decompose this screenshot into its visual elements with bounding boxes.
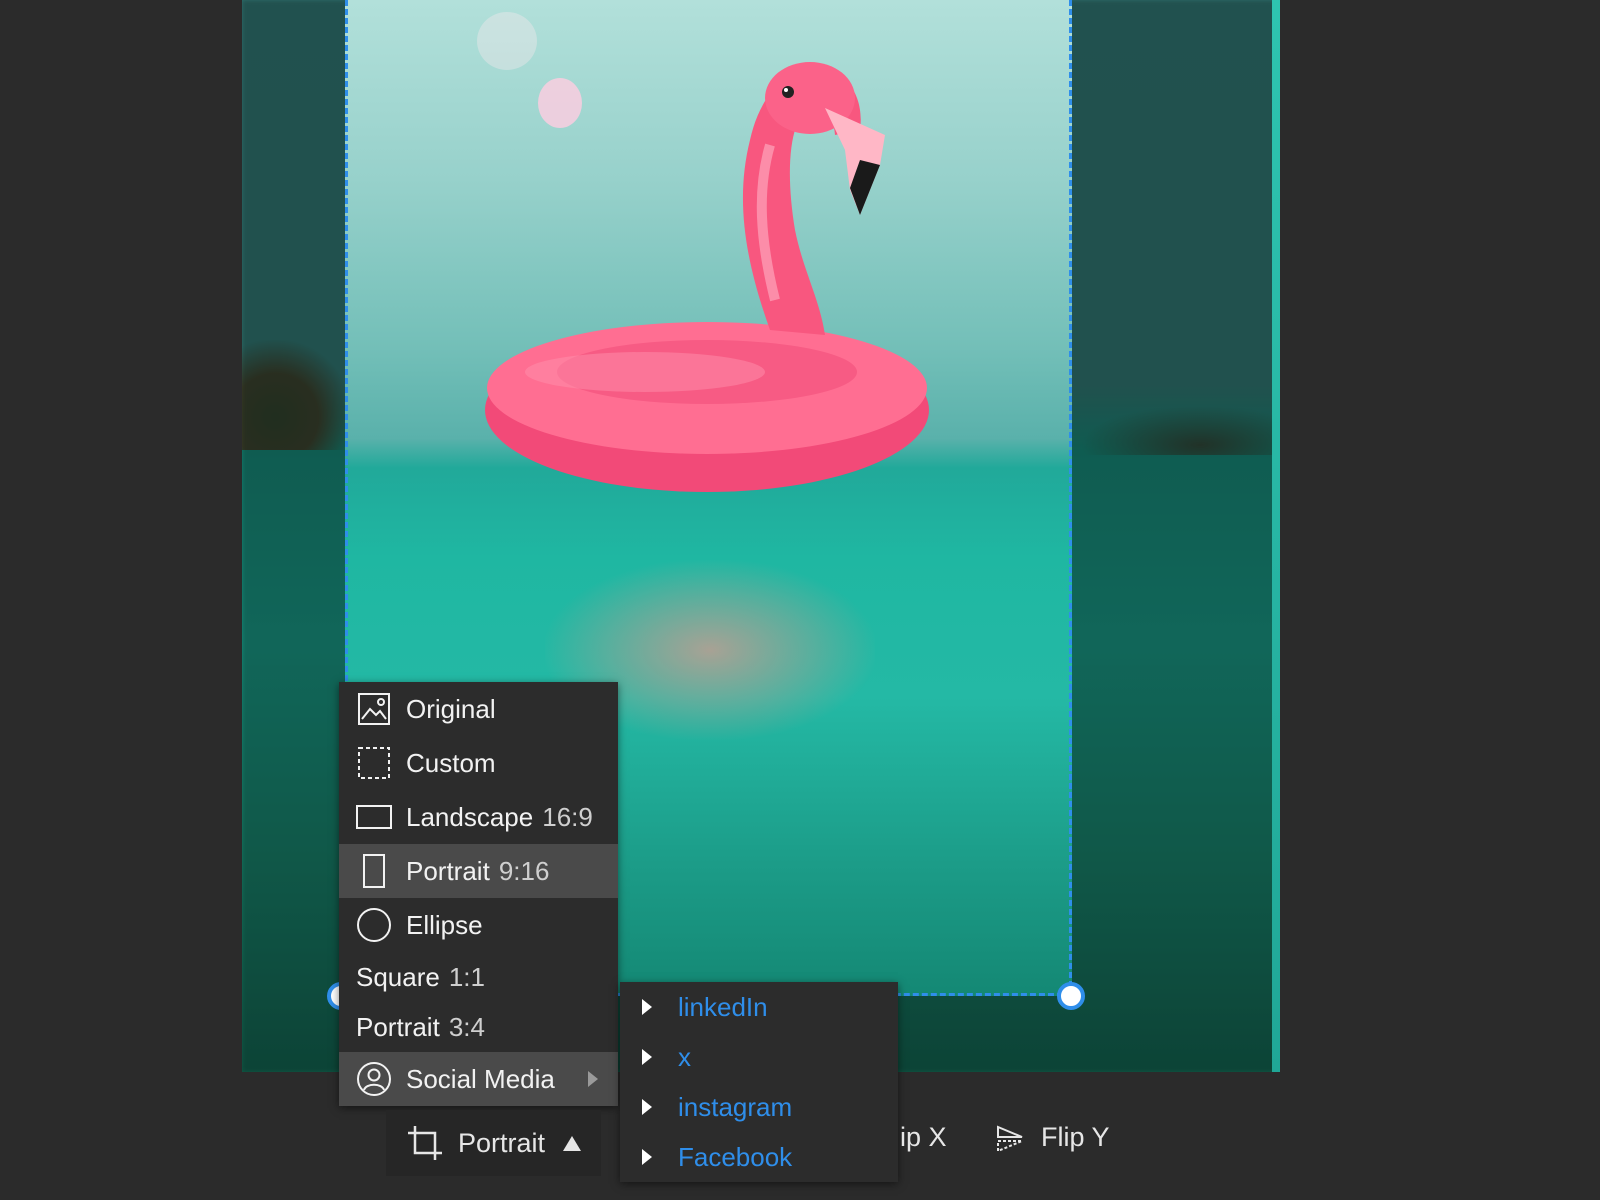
submenu-item-label: linkedIn xyxy=(678,991,768,1022)
menu-item-ratio: 9:16 xyxy=(498,855,550,886)
crop-icon xyxy=(406,1123,446,1163)
menu-item-label: Portrait xyxy=(356,1011,440,1042)
image-icon xyxy=(356,691,392,727)
submenu-item-linkedin[interactable]: linkedIn xyxy=(620,982,898,1032)
crop-preset-label: Portrait xyxy=(458,1127,546,1158)
menu-item-social-media[interactable]: Social Media xyxy=(339,1052,618,1106)
submenu-item-label: x xyxy=(678,1041,691,1072)
menu-item-label: Social Media xyxy=(406,1063,555,1094)
menu-item-ratio: 16:9 xyxy=(542,801,593,832)
circle-icon xyxy=(356,907,392,943)
flip-x-button[interactable]: ip X xyxy=(900,1122,947,1153)
crop-preset-button[interactable]: Portrait xyxy=(386,1110,602,1176)
menu-item-portrait-3-4[interactable]: Portrait 3:4 xyxy=(339,1002,618,1052)
menu-item-portrait-9-16[interactable]: Portrait 9:16 xyxy=(339,844,618,898)
flip-vertical-icon xyxy=(995,1123,1025,1153)
expand-arrow-icon xyxy=(642,1049,652,1065)
crop-preset-menu: Original Custom Landscape 16:9 Portrait … xyxy=(339,682,618,1106)
menu-item-square[interactable]: Square 1:1 xyxy=(339,952,618,1002)
bottom-toolbar: Portrait ip X Flip Y xyxy=(0,1110,1600,1180)
menu-item-ellipse[interactable]: Ellipse xyxy=(339,898,618,952)
menu-item-label: Square xyxy=(356,961,440,992)
submenu-item-x[interactable]: x xyxy=(620,1032,898,1082)
menu-item-ratio: 1:1 xyxy=(448,961,485,992)
menu-item-label: Custom xyxy=(406,747,496,778)
menu-item-label: Portrait xyxy=(406,855,490,886)
flip-x-label: ip X xyxy=(900,1122,947,1152)
menu-item-custom[interactable]: Custom xyxy=(339,736,618,790)
menu-item-landscape[interactable]: Landscape 16:9 xyxy=(339,790,618,844)
chevron-right-icon xyxy=(588,1071,598,1087)
dashed-rect-icon xyxy=(356,745,392,781)
user-circle-icon xyxy=(356,1061,392,1097)
canvas-edge xyxy=(1272,0,1280,1072)
landscape-rect-icon xyxy=(356,799,392,835)
menu-item-original[interactable]: Original xyxy=(339,682,618,736)
flip-y-button[interactable]: Flip Y xyxy=(995,1122,1110,1153)
menu-item-label: Ellipse xyxy=(406,909,483,940)
flip-y-label: Flip Y xyxy=(1041,1122,1110,1152)
menu-item-label: Original xyxy=(406,693,496,724)
portrait-rect-icon xyxy=(356,853,392,889)
expand-arrow-icon xyxy=(642,999,652,1015)
crop-handle-bottom-right[interactable] xyxy=(1057,982,1085,1010)
caret-up-icon xyxy=(563,1135,582,1151)
menu-item-label: Landscape xyxy=(406,801,534,832)
menu-item-ratio: 3:4 xyxy=(448,1011,485,1042)
